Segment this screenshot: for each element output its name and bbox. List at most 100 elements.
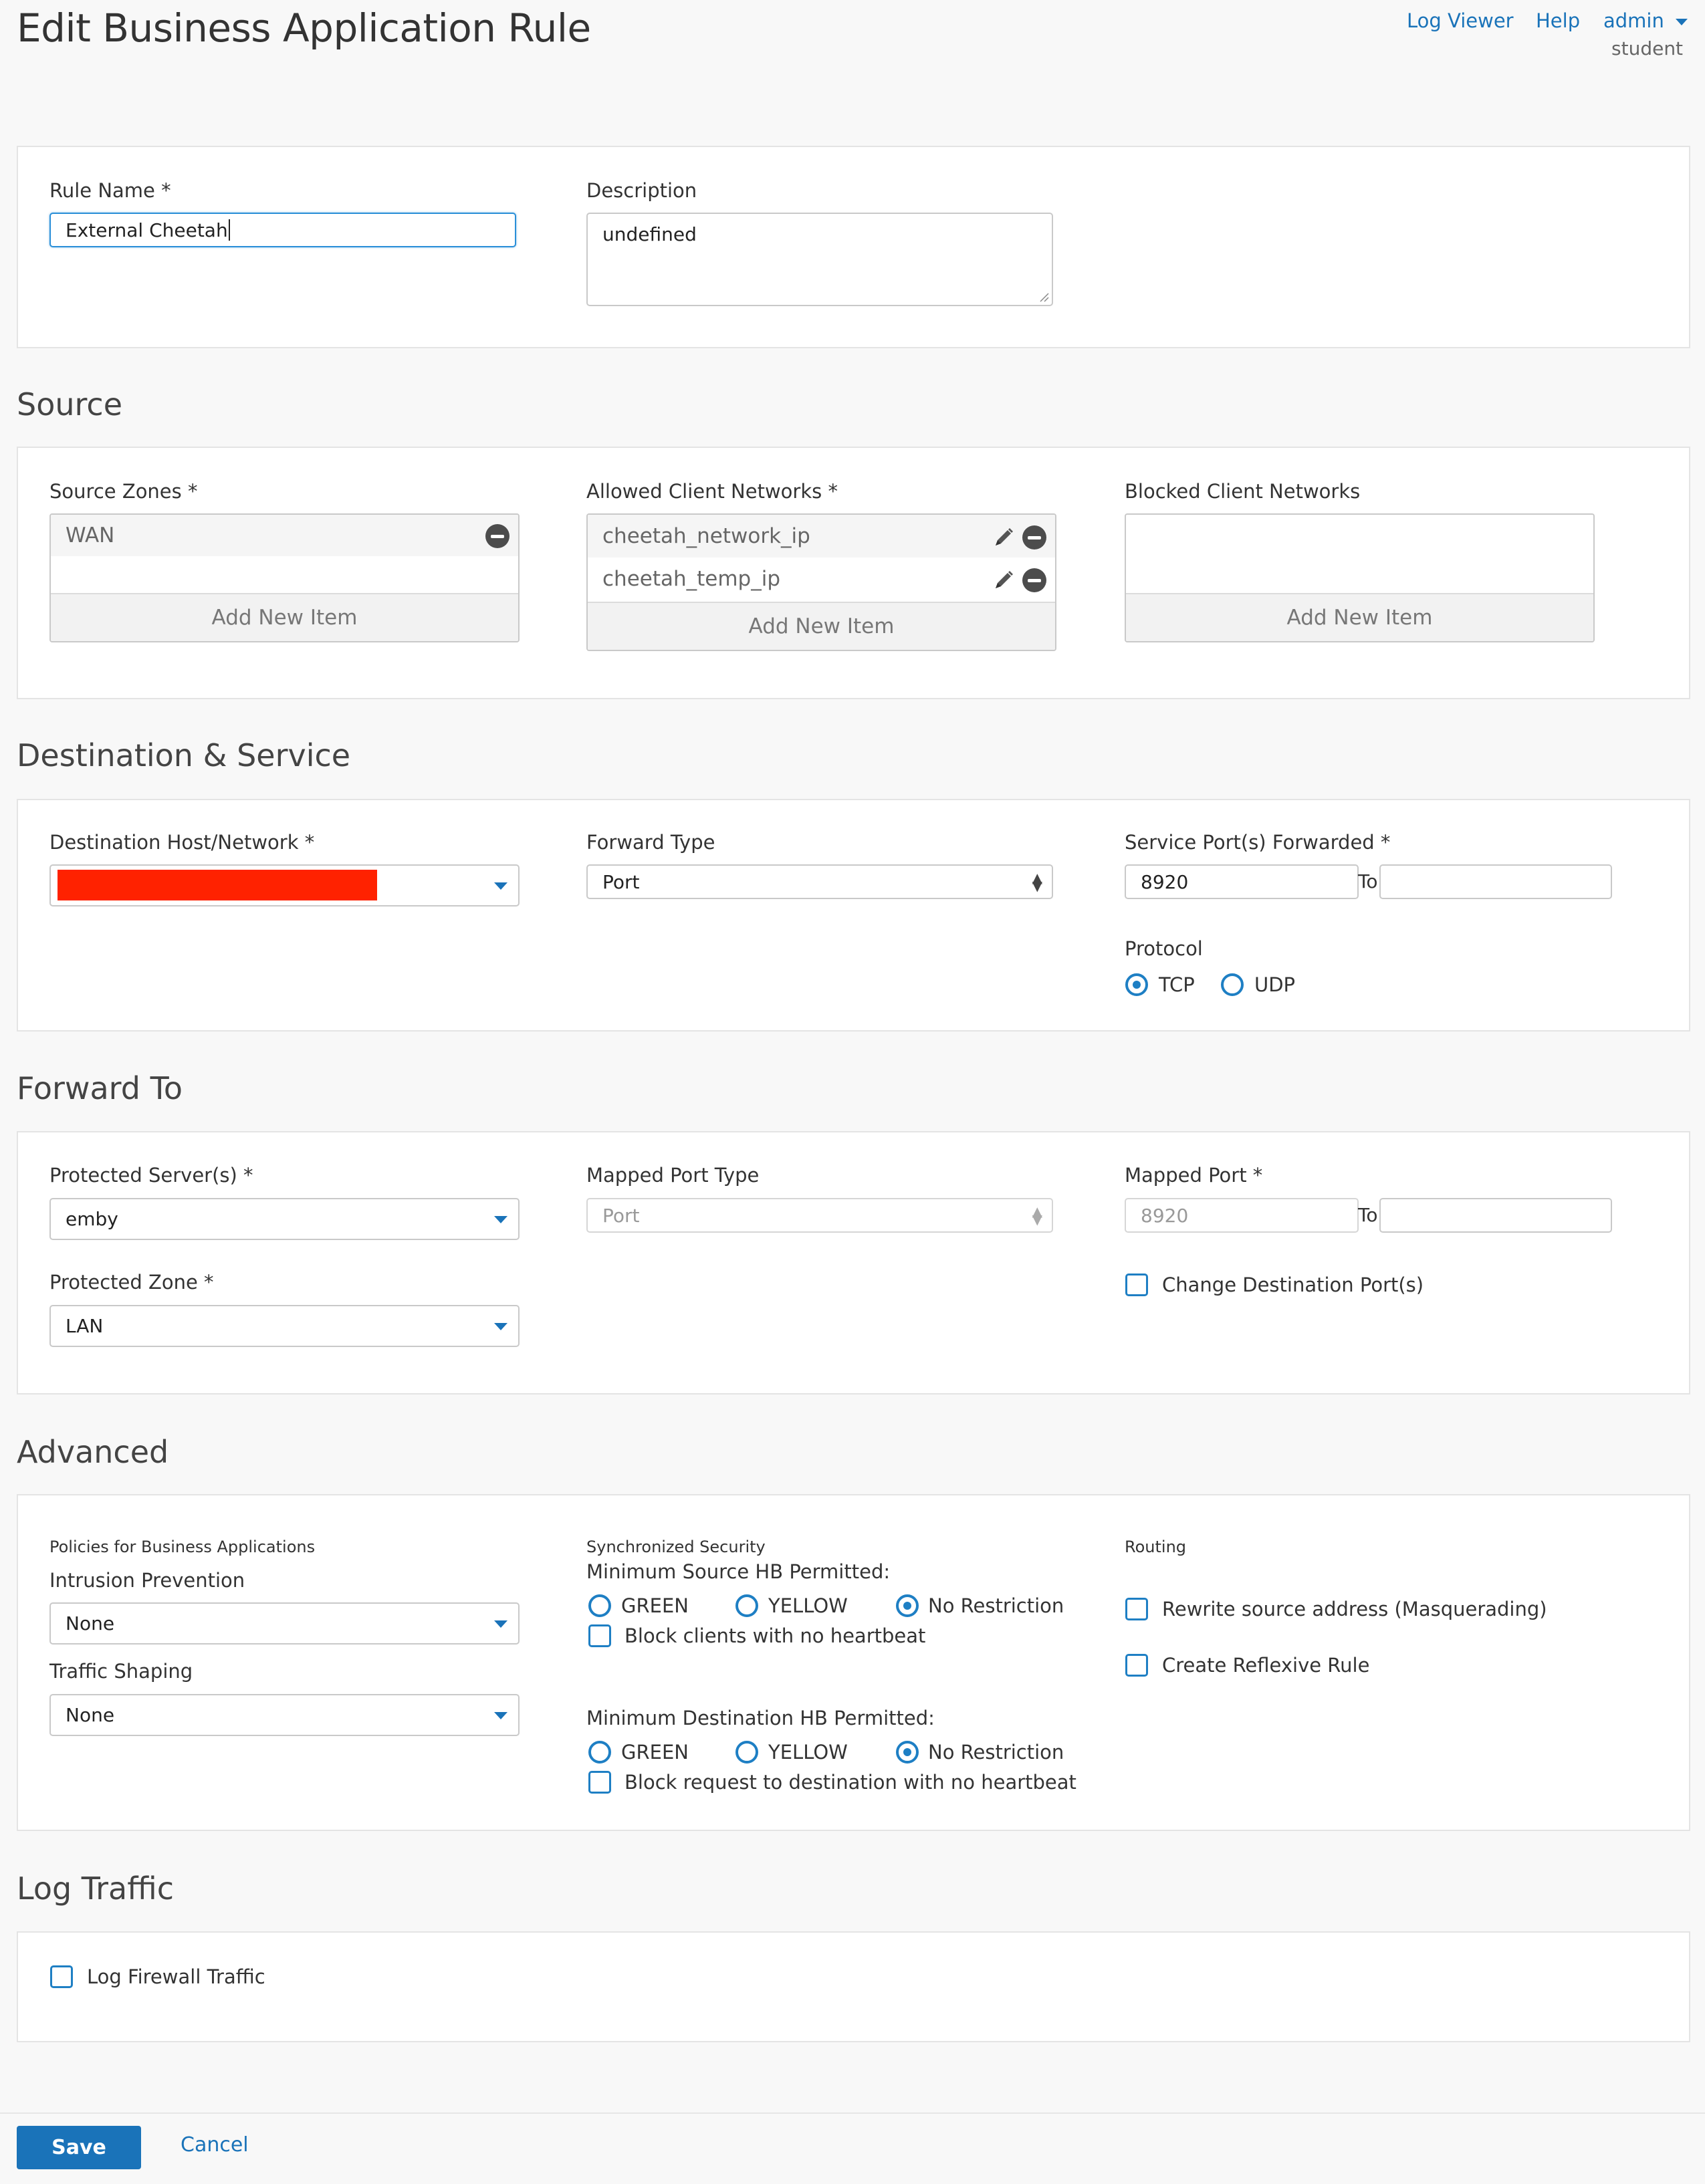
reflexive-rule-checkbox[interactable] <box>1125 1654 1148 1677</box>
list-item-label: WAN <box>66 523 115 548</box>
cancel-button[interactable]: Cancel <box>181 2133 249 2157</box>
chevron-down-icon <box>494 1322 507 1330</box>
redacted-value <box>58 870 377 900</box>
change-destination-label: Change Destination Port(s) <box>1162 1273 1424 1296</box>
ips-select[interactable]: None <box>49 1602 520 1645</box>
change-destination-checkbox[interactable] <box>1125 1273 1148 1296</box>
block-dest-label: Block request to destination with no hea… <box>624 1771 1076 1794</box>
rule-name-value: External Cheetah <box>66 219 228 241</box>
service-port-from-input[interactable]: 8920 <box>1125 864 1359 899</box>
allowed-networks-label: Allowed Client Networks * <box>586 480 838 503</box>
protected-zone-select[interactable]: LAN <box>49 1305 520 1347</box>
pencil-icon[interactable] <box>992 525 1016 550</box>
masquerade-checkbox[interactable] <box>1125 1598 1148 1620</box>
rule-name-input[interactable]: External Cheetah <box>49 213 516 247</box>
user-menu[interactable]: admin <box>1603 9 1688 32</box>
chevron-down-icon <box>494 1620 507 1628</box>
rule-name-label: Rule Name * <box>49 179 171 202</box>
protected-zone-value: LAN <box>66 1315 104 1337</box>
routing-label: Routing <box>1125 1538 1187 1556</box>
log-viewer-link[interactable]: Log Viewer <box>1407 9 1514 32</box>
chevron-down-icon <box>494 1711 507 1719</box>
help-link[interactable]: Help <box>1536 9 1580 32</box>
log-section-title: Log Traffic <box>17 1870 174 1907</box>
protocol-tcp-radio[interactable] <box>1125 973 1148 996</box>
save-button[interactable]: Save <box>17 2126 141 2169</box>
blocked-networks-label: Blocked Client Networks <box>1125 480 1361 503</box>
list-item-label: cheetah_network_ip <box>602 524 810 548</box>
pencil-icon[interactable] <box>992 568 1016 592</box>
description-label: Description <box>586 179 697 202</box>
select-updown-icon: ▲ ▼ <box>1032 1203 1042 1227</box>
log-panel <box>17 1931 1690 2042</box>
chevron-down-icon <box>494 882 507 890</box>
description-textarea[interactable]: undefined <box>586 213 1053 306</box>
source-hb-no-restriction-radio[interactable] <box>896 1594 919 1617</box>
forward-type-value: Port <box>602 870 640 893</box>
mapped-port-to-input[interactable] <box>1379 1198 1612 1233</box>
remove-icon[interactable] <box>1022 525 1046 550</box>
traffic-shaping-select[interactable]: None <box>49 1694 520 1736</box>
traffic-shaping-label: Traffic Shaping <box>49 1660 193 1683</box>
block-clients-checkbox[interactable] <box>588 1624 611 1647</box>
protected-servers-value: emby <box>66 1208 118 1230</box>
remove-icon[interactable] <box>1022 568 1046 592</box>
forward-type-select[interactable]: Port ▲ ▼ <box>586 864 1053 899</box>
protected-zone-label: Protected Zone * <box>49 1271 214 1294</box>
mapped-port-type-value: Port <box>602 1204 640 1227</box>
forward-type-label: Forward Type <box>586 831 715 854</box>
ips-value: None <box>66 1612 115 1634</box>
source-zones-list: WAN Add New Item <box>49 513 520 642</box>
source-hb-green-radio[interactable] <box>588 1594 611 1617</box>
ips-label: Intrusion Prevention <box>49 1569 245 1592</box>
source-zones-label: Source Zones * <box>49 480 198 503</box>
dest-hb-yellow-label: YELLOW <box>768 1741 848 1764</box>
min-dest-hb-label: Minimum Destination HB Permitted: <box>586 1707 935 1729</box>
add-new-item-button[interactable]: Add New Item <box>588 602 1055 650</box>
source-section-title: Source <box>17 386 122 422</box>
mapped-range-to-label: To <box>1358 1204 1378 1226</box>
mapped-port-type-label: Mapped Port Type <box>586 1164 760 1187</box>
add-new-item-button[interactable]: Add New Item <box>51 593 518 641</box>
mapped-port-from-input[interactable]: 8920 <box>1125 1198 1359 1233</box>
text-caret <box>228 219 230 241</box>
mapped-port-label: Mapped Port * <box>1125 1164 1263 1187</box>
block-dest-checkbox[interactable] <box>588 1771 611 1794</box>
service-port-to-input[interactable] <box>1379 864 1612 899</box>
traffic-shaping-value: None <box>66 1704 115 1726</box>
destination-section-title: Destination & Service <box>17 737 351 773</box>
service-port-from-value: 8920 <box>1141 870 1189 893</box>
advanced-section-title: Advanced <box>17 1434 169 1470</box>
destination-host-label: Destination Host/Network * <box>49 831 315 854</box>
chevron-down-icon <box>1676 19 1688 25</box>
reflexive-rule-label: Create Reflexive Rule <box>1162 1654 1370 1677</box>
add-new-item-button[interactable]: Add New Item <box>1126 593 1593 641</box>
source-hb-yellow-radio[interactable] <box>735 1594 758 1617</box>
min-source-hb-label: Minimum Source HB Permitted: <box>586 1560 891 1583</box>
user-name: admin <box>1603 9 1664 32</box>
protected-servers-label: Protected Server(s) * <box>49 1164 253 1187</box>
protected-servers-select[interactable]: emby <box>49 1198 520 1240</box>
page-title: Edit Business Application Rule <box>17 5 591 51</box>
log-firewall-checkbox[interactable] <box>50 1965 73 1988</box>
dest-hb-no-restriction-label: No Restriction <box>928 1741 1064 1764</box>
mapped-port-type-select[interactable]: Port ▲ ▼ <box>586 1198 1053 1233</box>
allowed-networks-list: cheetah_network_ip cheetah_temp_ip Add N… <box>586 513 1056 651</box>
protocol-udp-label: UDP <box>1254 973 1296 996</box>
destination-host-select[interactable] <box>49 864 520 906</box>
list-item: cheetah_network_ip <box>588 515 1055 558</box>
protocol-tcp-label: TCP <box>1159 973 1195 996</box>
forward-to-panel <box>17 1131 1690 1394</box>
resize-grip-icon[interactable] <box>1038 291 1049 302</box>
dest-hb-no-restriction-radio[interactable] <box>896 1741 919 1764</box>
dest-hb-yellow-radio[interactable] <box>735 1741 758 1764</box>
source-hb-no-restriction-label: No Restriction <box>928 1594 1064 1617</box>
dest-hb-green-radio[interactable] <box>588 1741 611 1764</box>
dest-hb-green-label: GREEN <box>621 1741 689 1764</box>
protocol-udp-radio[interactable] <box>1221 973 1244 996</box>
source-hb-yellow-label: YELLOW <box>768 1594 848 1617</box>
remove-icon[interactable] <box>485 524 509 548</box>
log-firewall-label: Log Firewall Traffic <box>87 1965 265 1988</box>
sync-security-label: Synchronized Security <box>586 1538 766 1556</box>
list-item-label: cheetah_temp_ip <box>602 567 781 591</box>
